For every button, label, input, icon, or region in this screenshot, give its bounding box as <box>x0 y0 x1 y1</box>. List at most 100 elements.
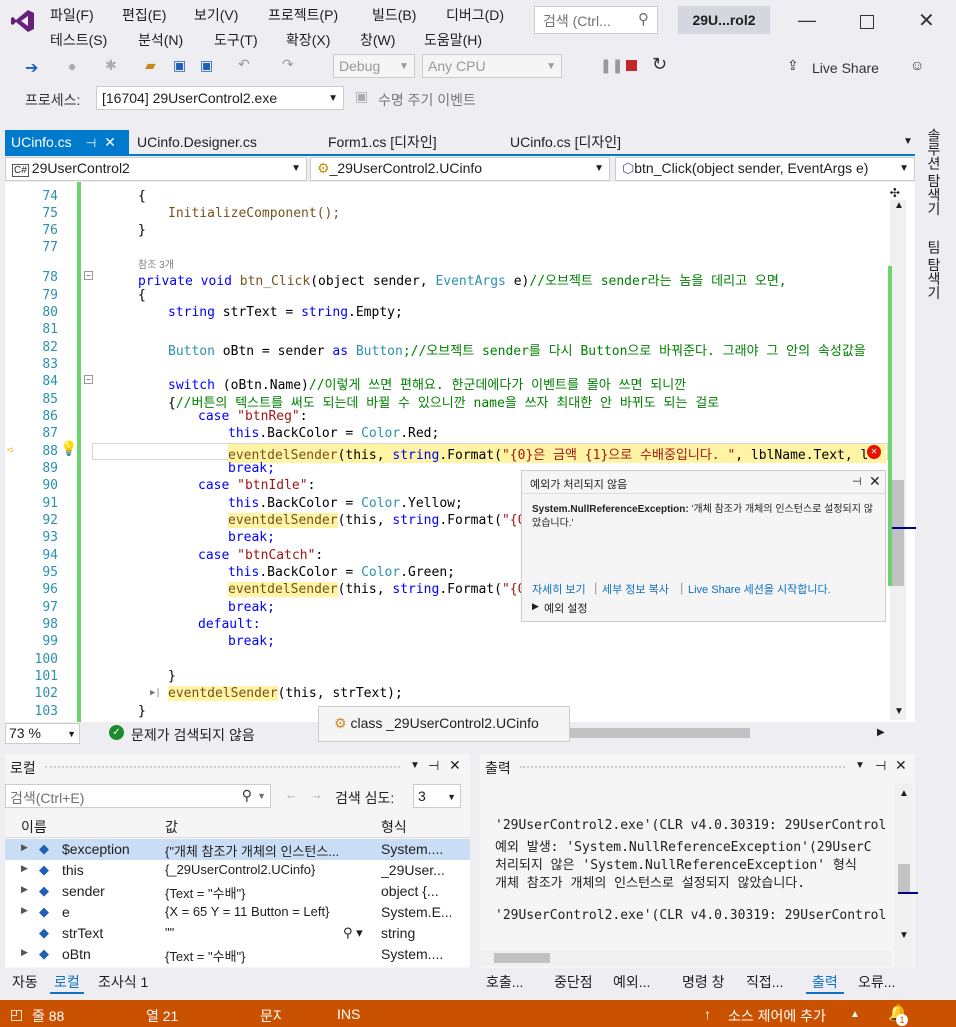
menu-edit[interactable]: 편집(E) <box>122 5 166 25</box>
back-icon[interactable]: ← <box>285 787 298 802</box>
pin-icon[interactable]: ⊣ <box>86 136 96 150</box>
open-folder-icon[interactable]: ▰ <box>145 57 156 74</box>
close-tab-icon[interactable]: ✕ <box>104 134 116 150</box>
table-row[interactable]: ▶ ◆ oBtn {Text = "수배"} System.... <box>5 944 470 965</box>
exception-marker-icon[interactable]: ✕ <box>867 445 881 459</box>
local-value[interactable]: {Text = "수배"} <box>165 946 375 965</box>
member-dropdown[interactable]: ⬡btn_Click(object sender, EventArgs e) ▼ <box>615 157 915 181</box>
tab-breakpoints[interactable]: 중단점 <box>554 972 593 992</box>
project-dropdown[interactable]: C# 29UserControl2 ▼ <box>5 157 307 181</box>
process-select[interactable]: [16704] 29UserControl2.exe ▼ <box>96 86 344 110</box>
column-type[interactable]: 형식 <box>381 817 407 837</box>
scroll-thumb[interactable] <box>898 864 910 892</box>
menu-extensions[interactable]: 확장(X) <box>286 30 330 50</box>
close-icon[interactable]: ✕ <box>449 757 461 774</box>
scroll-down-icon[interactable]: ▼ <box>899 930 909 941</box>
collapse-icon[interactable]: − <box>84 271 93 280</box>
local-value[interactable]: {"개체 참조가 개체의 인스턴스... <box>165 841 375 860</box>
menu-build[interactable]: 빌드(B) <box>372 5 416 25</box>
zoom-select[interactable]: 73 % ▼ <box>5 723 80 744</box>
table-row[interactable]: ▶ ◆ $exception {"개체 참조가 개체의 인스턴스... System..… <box>5 839 470 860</box>
depth-select[interactable]: 3 ▼ <box>413 784 461 808</box>
menu-analyze[interactable]: 분석(N) <box>138 30 183 50</box>
tab-errors[interactable]: 오류... <box>858 972 895 992</box>
live-share-link[interactable]: Live Share 세션을 시작합니다. <box>688 581 831 597</box>
tab-designer-cs[interactable]: UCinfo.Designer.cs <box>131 130 263 154</box>
forward-icon[interactable]: ● <box>68 58 76 74</box>
side-tab-team-explorer[interactable]: 팀 탐색기 <box>924 240 944 300</box>
side-tab-solution-explorer[interactable]: 솔루션 탐색기 <box>924 128 944 216</box>
hscroll-thumb[interactable] <box>494 953 550 963</box>
save-all-icon[interactable]: ▣ <box>200 57 213 74</box>
table-row[interactable]: ◆ strText "" string <box>5 923 470 944</box>
undo-icon[interactable]: ↶ <box>238 56 250 73</box>
scroll-right-icon[interactable]: ▶ <box>877 727 885 738</box>
view-details-link[interactable]: 자세히 보기 <box>532 581 586 597</box>
class-dropdown[interactable]: ⚙_29UserControl2.UCinfo ▼ <box>310 157 610 181</box>
menu-view[interactable]: 보기(V) <box>194 5 238 25</box>
tab-immediate[interactable]: 직접... <box>746 972 783 992</box>
local-value[interactable]: {Text = "수배"} <box>165 883 375 902</box>
menu-file[interactable]: 파일(F) <box>50 5 94 25</box>
close-icon[interactable]: ✕ <box>918 8 935 33</box>
pin-icon[interactable]: ⊣ <box>875 758 886 774</box>
table-row[interactable]: ▶ ◆ this {_29UserControl2.UCinfo} _29User... <box>5 860 470 881</box>
run-to-click-icon[interactable]: ▶| <box>150 688 161 698</box>
tab-watch-1[interactable]: 조사식 1 <box>98 972 148 992</box>
locals-search-input[interactable]: 검색(Ctrl+E) ⚲ ▼ <box>5 784 271 808</box>
table-row[interactable]: ▶ ◆ sender {Text = "수배"} object {... <box>5 881 470 902</box>
tab-ucinfo-design[interactable]: UCinfo.cs [디자인] <box>504 130 627 154</box>
tab-command[interactable]: 명령 창 <box>682 972 725 992</box>
menu-window[interactable]: 창(W) <box>360 30 395 50</box>
local-value[interactable]: {_29UserControl2.UCinfo} <box>165 862 375 877</box>
pin-icon[interactable]: ⊣ <box>428 758 439 774</box>
column-value[interactable]: 값 <box>165 817 178 837</box>
output-scrollbar[interactable]: ▲ ▼ <box>895 784 918 968</box>
scroll-up-icon[interactable]: ▲ <box>899 788 909 799</box>
live-share-button[interactable]: Live Share <box>812 60 879 76</box>
menu-debug[interactable]: 디버그(D) <box>446 5 504 25</box>
config-select[interactable]: Debug ▼ <box>333 54 415 78</box>
platform-select[interactable]: Any CPU ▼ <box>422 54 562 78</box>
menu-test[interactable]: 테스트(S) <box>50 30 107 50</box>
output-hscroll[interactable] <box>480 950 892 966</box>
close-icon[interactable]: ✕ <box>895 757 907 774</box>
execution-pointer-icon[interactable]: ➪ <box>7 443 15 458</box>
live-share-icon[interactable]: ⇪ <box>787 57 799 74</box>
exception-settings[interactable]: 예외 설정 <box>544 600 588 616</box>
scroll-down-icon[interactable]: ▼ <box>894 706 904 717</box>
account-icon[interactable]: ☺ <box>910 57 924 73</box>
pin-icon[interactable]: ⊣ <box>852 475 862 488</box>
expand-icon[interactable]: ▶ <box>21 884 28 895</box>
stop-icon[interactable] <box>626 60 637 71</box>
issues-status[interactable]: 문제가 검색되지 않음 <box>131 725 255 745</box>
expand-icon[interactable]: ▶ <box>21 947 28 958</box>
reference-count[interactable]: 참조 3개 <box>138 256 174 271</box>
tab-locals[interactable]: 로컬 <box>50 972 84 994</box>
expand-icon[interactable]: ▶ <box>532 601 539 612</box>
expand-icon[interactable]: ▶ <box>21 842 28 853</box>
tab-form1-design[interactable]: Form1.cs [디자인] <box>322 130 443 154</box>
save-icon[interactable]: ▣ <box>173 57 186 74</box>
dropdown-icon[interactable]: ▼ <box>410 760 420 771</box>
split-icon[interactable]: ✣ <box>890 182 900 201</box>
new-project-icon[interactable]: ✱ <box>105 57 117 74</box>
lifecycle-events-button[interactable]: 수명 주기 이벤트 <box>378 90 476 110</box>
scroll-thumb[interactable] <box>892 480 904 586</box>
vertical-scrollbar[interactable]: ▲ ▼ <box>888 200 916 720</box>
output-text[interactable]: '29UserControl2.exe'(CLR v4.0.30319: 29U… <box>480 784 892 968</box>
horizontal-scroll-thumb[interactable] <box>570 728 750 738</box>
scroll-up-icon[interactable]: ▲ <box>894 200 904 211</box>
tab-exceptions[interactable]: 예외... <box>613 972 650 992</box>
redo-icon[interactable]: ↷ <box>282 56 294 73</box>
table-row[interactable]: ▶ ◆ e {X = 65 Y = 11 Button = Left} System.E… <box>5 902 470 923</box>
back-icon[interactable]: ➔ <box>25 58 38 78</box>
tab-ucinfo-cs[interactable]: UCinfo.cs ⊣ ✕ <box>5 130 129 154</box>
column-name[interactable]: 이름 <box>21 817 47 837</box>
pause-icon[interactable]: ❚❚ <box>600 57 623 74</box>
tab-autos[interactable]: 자동 <box>12 972 38 992</box>
tab-output[interactable]: 출력 <box>806 972 844 994</box>
expand-icon[interactable]: ▶ <box>21 905 28 916</box>
minimize-icon[interactable]: — <box>798 10 816 31</box>
restart-icon[interactable]: ↻ <box>652 54 667 75</box>
